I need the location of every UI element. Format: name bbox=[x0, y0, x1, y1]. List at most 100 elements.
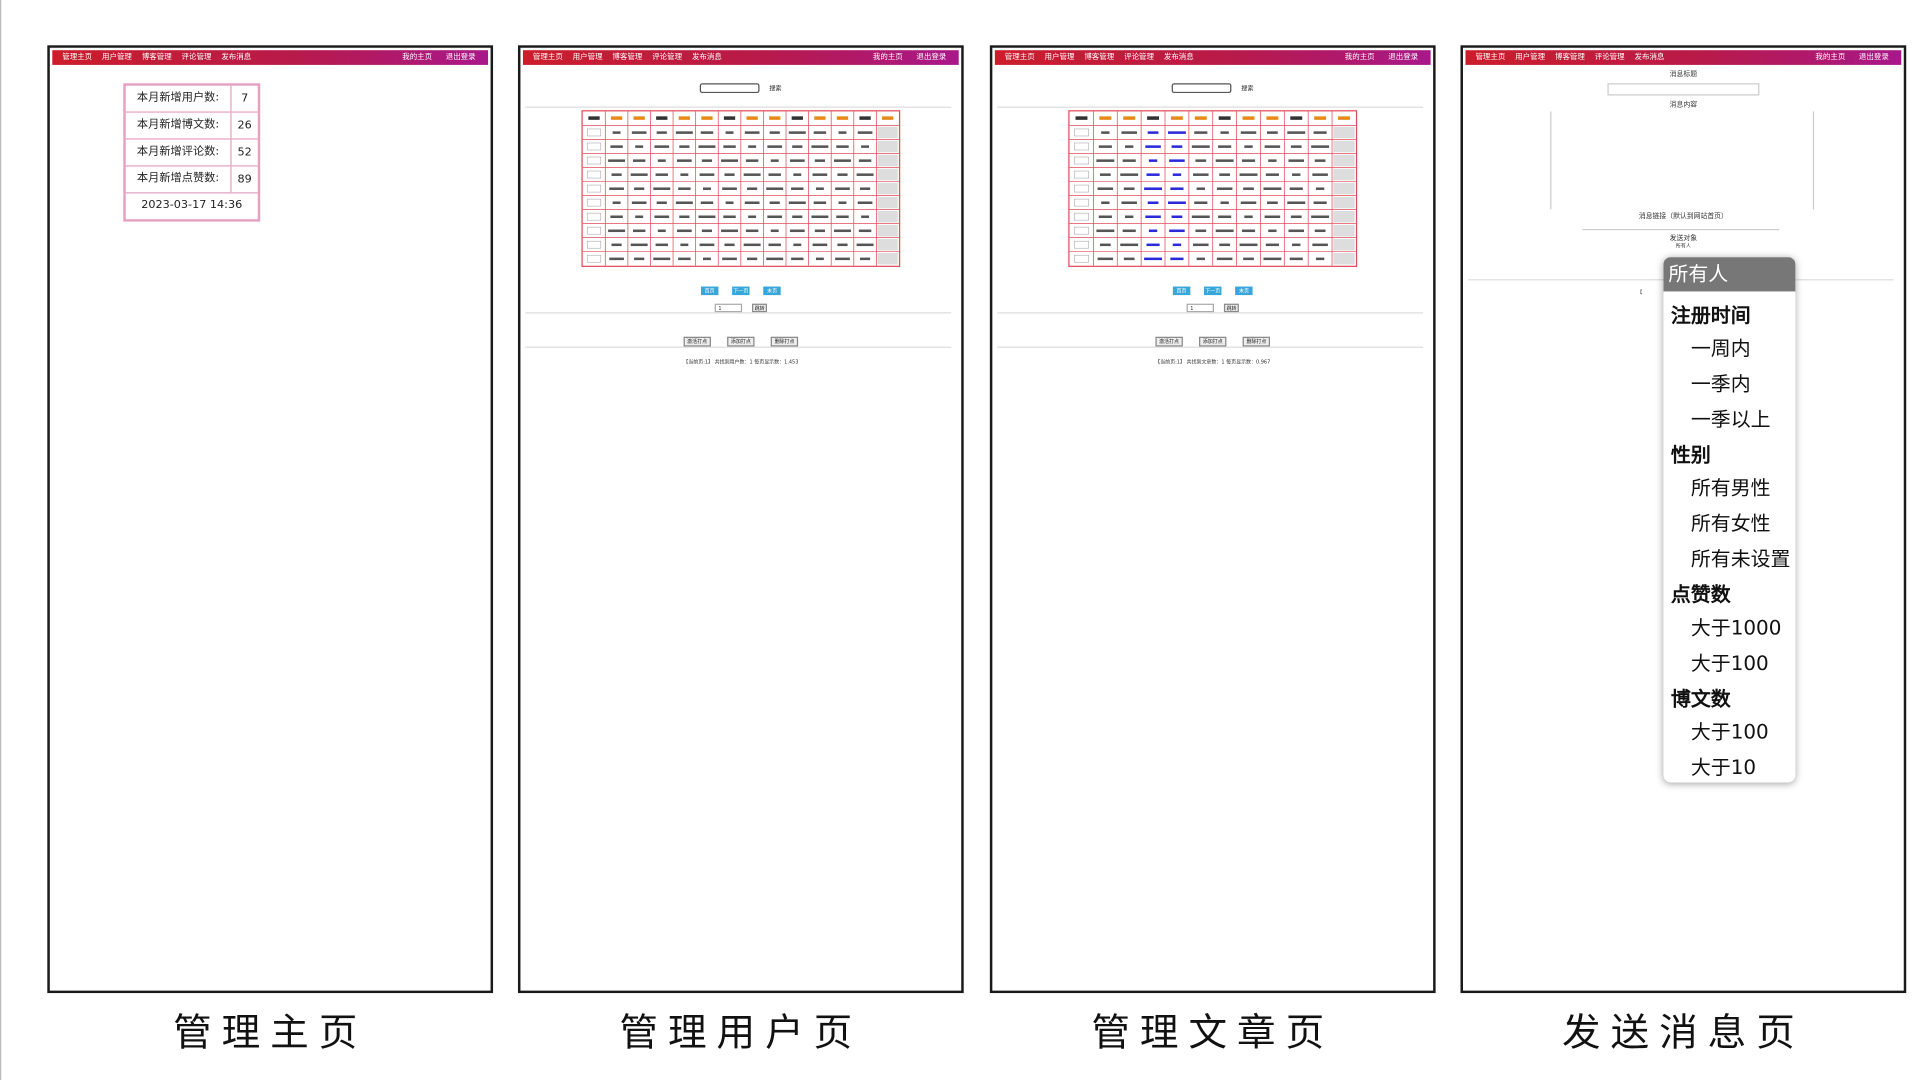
nav-logout[interactable]: 退出登录 bbox=[1859, 53, 1889, 62]
nav-my-home[interactable]: 我的主页 bbox=[1345, 53, 1375, 62]
option-all-female[interactable]: 所有女性 bbox=[1691, 507, 1771, 536]
link-input[interactable] bbox=[1582, 228, 1780, 231]
nav-blog-manage[interactable]: 博客管理 bbox=[1084, 53, 1114, 62]
table-header-cell bbox=[769, 116, 781, 120]
option-one-week[interactable]: 一周内 bbox=[1691, 332, 1751, 361]
table-header-cell bbox=[1242, 116, 1255, 120]
target-select[interactable]: 所有人 bbox=[1463, 242, 1904, 249]
table-cell-text bbox=[1219, 243, 1231, 247]
table-cell-text bbox=[699, 243, 715, 247]
table-cell-text bbox=[631, 131, 647, 134]
stat-label: 本月新增用户数: bbox=[126, 85, 232, 112]
table-cell-text bbox=[835, 257, 850, 261]
nav-publish-message[interactable]: 发布消息 bbox=[221, 53, 251, 62]
table-cell-text bbox=[856, 243, 874, 247]
nav-blog-manage[interactable]: 博客管理 bbox=[612, 53, 642, 62]
option-posts-over-100[interactable]: 大于100 bbox=[1691, 715, 1769, 744]
nav-my-home[interactable]: 我的主页 bbox=[402, 53, 432, 62]
nav-user-manage[interactable]: 用户管理 bbox=[573, 53, 603, 62]
table-cell-text bbox=[1264, 145, 1281, 148]
stat-row-users: 本月新增用户数: 7 bbox=[125, 85, 258, 113]
search-input[interactable] bbox=[1171, 83, 1232, 94]
table-cell-text bbox=[702, 187, 711, 190]
option-over-season[interactable]: 一季以上 bbox=[1691, 403, 1771, 432]
table-cell-text bbox=[701, 159, 713, 162]
jump-button[interactable]: 跳转 bbox=[752, 303, 768, 313]
table-cell-text bbox=[789, 229, 805, 233]
option-one-season[interactable]: 一季内 bbox=[1691, 367, 1751, 396]
nav-user-manage[interactable]: 用户管理 bbox=[1515, 53, 1545, 62]
nav-my-home[interactable]: 我的主页 bbox=[873, 53, 903, 62]
table-cell-text bbox=[1292, 243, 1301, 247]
option-all-unset[interactable]: 所有未设置 bbox=[1691, 542, 1791, 571]
table-cell-text bbox=[1287, 201, 1306, 205]
nav-blog-manage[interactable]: 博客管理 bbox=[1555, 53, 1585, 62]
nav-publish-message[interactable]: 发布消息 bbox=[1635, 53, 1665, 62]
article-manage-panel: 管理主页 用户管理 博客管理 评论管理 发布消息 我的主页 退出登录 搜索 首页… bbox=[989, 45, 1436, 994]
page-number-input[interactable]: 1 bbox=[714, 303, 743, 313]
add-button[interactable]: 添加打点 bbox=[727, 336, 755, 347]
search-button[interactable]: 搜索 bbox=[769, 84, 781, 92]
option-likes-over-100[interactable]: 大于100 bbox=[1691, 647, 1769, 676]
table-cell-text bbox=[1167, 201, 1186, 205]
table-cell-text bbox=[1292, 173, 1301, 176]
option-likes-over-1000[interactable]: 大于1000 bbox=[1691, 611, 1782, 640]
nav-logout[interactable]: 退出登录 bbox=[446, 53, 476, 62]
send-message-panel: 管理主页 用户管理 博客管理 评论管理 发布消息 我的主页 退出登录 消息标题 … bbox=[1460, 45, 1907, 994]
nav-comment-manage[interactable]: 评论管理 bbox=[182, 53, 212, 62]
activate-button[interactable]: 激活打点 bbox=[683, 336, 711, 347]
jump-button[interactable]: 跳转 bbox=[1223, 303, 1239, 313]
row-checkbox bbox=[586, 198, 602, 207]
option-all-male[interactable]: 所有男性 bbox=[1691, 471, 1771, 500]
activate-button[interactable]: 激活打点 bbox=[1155, 336, 1183, 347]
target-dropdown[interactable]: 所有人 注册时间 一周内 一季内 一季以上 性别 所有男性 所有女性 所有未设置… bbox=[1663, 257, 1796, 783]
nav-admin-home[interactable]: 管理主页 bbox=[1475, 53, 1505, 62]
table-cell-text bbox=[608, 159, 626, 162]
table-cell-text bbox=[700, 131, 714, 134]
nav-admin-home[interactable]: 管理主页 bbox=[62, 53, 92, 62]
table-cell-text bbox=[837, 243, 848, 247]
nav-user-manage[interactable]: 用户管理 bbox=[102, 53, 132, 62]
nav-user-manage[interactable]: 用户管理 bbox=[1045, 53, 1075, 62]
nav-admin-home[interactable]: 管理主页 bbox=[533, 53, 563, 62]
add-button[interactable]: 添加打点 bbox=[1199, 336, 1227, 347]
content-textarea[interactable] bbox=[1550, 111, 1815, 210]
table-header-cell bbox=[859, 116, 871, 120]
table-cell-text bbox=[745, 159, 759, 162]
stat-value: 52 bbox=[237, 146, 252, 159]
nav-logout[interactable]: 退出登录 bbox=[916, 53, 946, 62]
nav-my-home[interactable]: 我的主页 bbox=[1815, 53, 1845, 62]
nav-admin-home[interactable]: 管理主页 bbox=[1005, 53, 1035, 62]
nav-publish-message[interactable]: 发布消息 bbox=[1164, 53, 1194, 62]
search-button[interactable]: 搜索 bbox=[1241, 84, 1253, 92]
row-edit-button bbox=[877, 196, 898, 209]
table-cell-text bbox=[748, 215, 757, 219]
user-manage-panel: 管理主页 用户管理 博客管理 评论管理 发布消息 我的主页 退出登录 搜索 首页… bbox=[517, 45, 964, 994]
table-cell-text bbox=[814, 159, 825, 162]
nav-comment-manage[interactable]: 评论管理 bbox=[652, 53, 682, 62]
page-footer: 【当前页:1】 共找到用户数：1 每页显示数：1.453 bbox=[683, 358, 799, 365]
nav-blog-manage[interactable]: 博客管理 bbox=[142, 53, 172, 62]
search-input[interactable] bbox=[699, 83, 760, 94]
delete-button[interactable]: 删除打点 bbox=[770, 336, 799, 347]
title-input[interactable] bbox=[1607, 83, 1760, 96]
nav-comment-manage[interactable]: 评论管理 bbox=[1124, 53, 1154, 62]
dropdown-selected-option[interactable]: 所有人 bbox=[1663, 257, 1796, 292]
divider bbox=[997, 106, 1424, 108]
table-cell-text bbox=[838, 201, 847, 205]
delete-button[interactable]: 删除打点 bbox=[1242, 336, 1271, 347]
nav-comment-manage[interactable]: 评论管理 bbox=[1595, 53, 1625, 62]
table-cell-text bbox=[815, 257, 824, 261]
nav-logout[interactable]: 退出登录 bbox=[1388, 53, 1418, 62]
table-cell-text bbox=[1191, 145, 1210, 148]
table-header-cell bbox=[1170, 116, 1183, 120]
table-cell-text bbox=[856, 173, 874, 176]
nav-publish-message[interactable]: 发布消息 bbox=[692, 53, 722, 62]
table-cell-text bbox=[1145, 215, 1161, 219]
table-cell-text bbox=[1263, 187, 1282, 190]
table-cell-text bbox=[1148, 229, 1158, 233]
option-posts-over-10[interactable]: 大于10 bbox=[1691, 751, 1756, 780]
page-number-input[interactable]: 1 bbox=[1186, 303, 1214, 313]
table-cell-text bbox=[1125, 145, 1134, 148]
table-cell-text bbox=[698, 215, 716, 219]
